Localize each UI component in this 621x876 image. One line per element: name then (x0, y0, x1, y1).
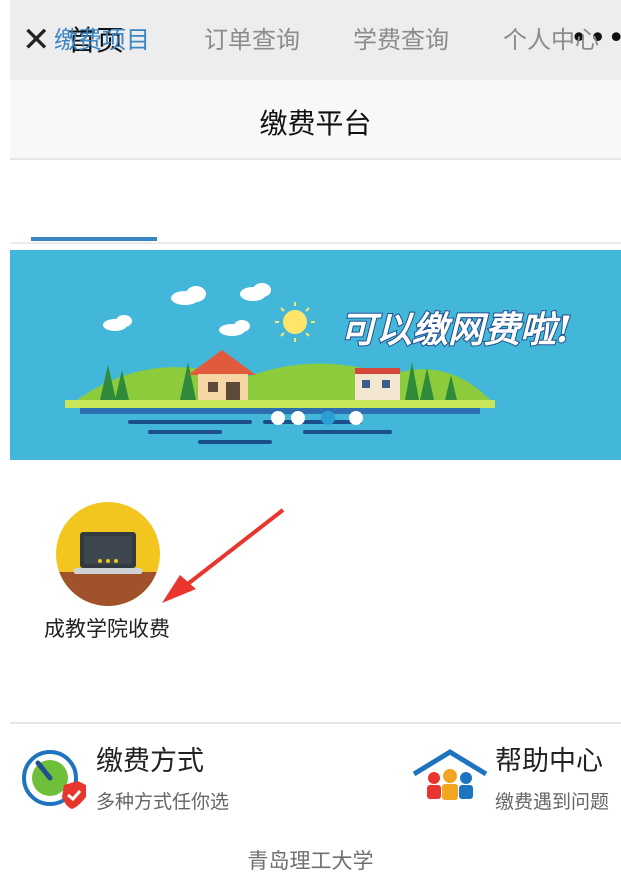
app-header: 缴费平台 (10, 80, 621, 160)
close-icon[interactable]: ✕ (22, 22, 51, 58)
help-center-subtitle: 缴费遇到问题 (495, 791, 610, 813)
banner-illustration: 可以缴网费啦! (65, 283, 573, 444)
tab-tuition-query[interactable]: 学费查询 (353, 22, 449, 58)
help-center-icon[interactable] (412, 748, 488, 804)
tab-payment-items[interactable]: 缴费项目 (54, 22, 150, 58)
banner-image: 可以缴网费啦! (10, 250, 621, 460)
footer-divider (10, 722, 621, 724)
item-adult-education-fee-icon[interactable] (56, 502, 160, 606)
tab-bar (10, 160, 621, 244)
annotation-arrow-icon (162, 508, 285, 603)
payment-method-icon[interactable] (16, 745, 88, 815)
help-center-title[interactable]: 帮助中心 (495, 744, 603, 780)
banner-slogan: 可以缴网费啦! (340, 309, 572, 351)
payment-method-title[interactable]: 缴费方式 (96, 744, 204, 780)
payment-method-subtitle: 多种方式任你选 (96, 791, 230, 813)
item-adult-education-fee-label[interactable]: 成教学院收费 (44, 610, 170, 648)
tab-order-query[interactable]: 订单查询 (204, 22, 300, 58)
tab-personal-center[interactable]: 个人中心 (503, 22, 599, 58)
active-tab-indicator (31, 237, 157, 241)
laptop-icon (56, 502, 160, 606)
header-title: 缴费平台 (259, 107, 372, 140)
